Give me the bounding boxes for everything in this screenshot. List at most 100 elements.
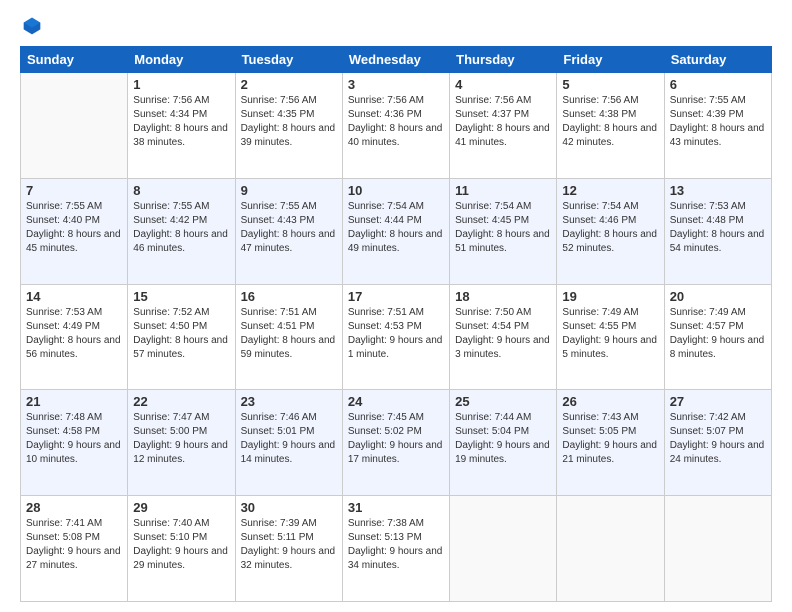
weekday-header: Wednesday [342, 47, 449, 73]
day-number: 24 [348, 394, 444, 409]
day-info: Sunrise: 7:54 AMSunset: 4:44 PMDaylight:… [348, 200, 444, 256]
weekday-header: Tuesday [235, 47, 342, 73]
calendar-day-cell: 26Sunrise: 7:43 AMSunset: 5:05 PMDayligh… [557, 390, 664, 496]
day-info: Sunrise: 7:54 AMSunset: 4:46 PMDaylight:… [562, 200, 658, 256]
day-number: 16 [241, 289, 337, 304]
calendar-day-cell: 25 Sunrise: 7:44 AMSunset: 5:04 PMDayligh… [450, 390, 557, 496]
day-number: 15 [133, 289, 229, 304]
day-number: 31 [348, 500, 444, 515]
calendar-day-cell: 22 Sunrise: 7:47 AMSunset: 5:00 PMDayligh… [128, 390, 235, 496]
logo-icon [22, 16, 42, 36]
calendar-header-row: SundayMondayTuesdayWednesdayThursdayFrid… [21, 47, 772, 73]
weekday-header: Saturday [664, 47, 771, 73]
day-info: Sunrise: 7:54 AMSunset: 4:45 PMDaylight:… [455, 200, 551, 256]
day-info: Sunrise: 7:44 AMSunset: 5:04 PMDaylight:… [455, 411, 551, 467]
calendar-day-cell: 21Sunrise: 7:48 AMSunset: 4:58 PMDayligh… [21, 390, 128, 496]
calendar-day-cell: 23Sunrise: 7:46 AMSunset: 5:01 PMDayligh… [235, 390, 342, 496]
calendar-day-cell: 8 Sunrise: 7:55 AMSunset: 4:42 PMDaylight… [128, 178, 235, 284]
weekday-header: Thursday [450, 47, 557, 73]
day-info: Sunrise: 7:56 AMSunset: 4:37 PMDaylight:… [455, 94, 551, 150]
day-number: 23 [241, 394, 337, 409]
day-info: Sunrise: 7:55 AMSunset: 4:43 PMDaylight:… [241, 200, 337, 256]
calendar-day-cell: 3 Sunrise: 7:56 AMSunset: 4:36 PMDaylight… [342, 73, 449, 179]
day-info: Sunrise: 7:39 AMSunset: 5:11 PMDaylight:… [241, 517, 337, 573]
calendar-day-cell: 31Sunrise: 7:38 AMSunset: 5:13 PMDayligh… [342, 496, 449, 602]
calendar-day-cell: 6 Sunrise: 7:55 AMSunset: 4:39 PMDaylight… [664, 73, 771, 179]
calendar-day-cell: 5 Sunrise: 7:56 AMSunset: 4:38 PMDaylight… [557, 73, 664, 179]
calendar-day-cell: 20 Sunrise: 7:49 AMSunset: 4:57 PMDayligh… [664, 284, 771, 390]
calendar-day-cell: 18 Sunrise: 7:50 AMSunset: 4:54 PMDayligh… [450, 284, 557, 390]
day-info: Sunrise: 7:42 AMSunset: 5:07 PMDaylight:… [670, 411, 766, 467]
calendar-day-cell: 9 Sunrise: 7:55 AMSunset: 4:43 PMDaylight… [235, 178, 342, 284]
day-info: Sunrise: 7:49 AMSunset: 4:55 PMDaylight:… [562, 306, 658, 362]
day-info: Sunrise: 7:49 AMSunset: 4:57 PMDaylight:… [670, 306, 766, 362]
day-info: Sunrise: 7:51 AMSunset: 4:51 PMDaylight:… [241, 306, 337, 362]
calendar-day-cell [664, 496, 771, 602]
day-number: 12 [562, 183, 658, 198]
calendar-day-cell: 29 Sunrise: 7:40 AMSunset: 5:10 PMDayligh… [128, 496, 235, 602]
day-info: Sunrise: 7:56 AMSunset: 4:38 PMDaylight:… [562, 94, 658, 150]
calendar-day-cell: 15 Sunrise: 7:52 AMSunset: 4:50 PMDayligh… [128, 284, 235, 390]
day-number: 22 [133, 394, 229, 409]
calendar-week-row: 21Sunrise: 7:48 AMSunset: 4:58 PMDayligh… [21, 390, 772, 496]
day-number: 13 [670, 183, 766, 198]
calendar-day-cell: 2 Sunrise: 7:56 AMSunset: 4:35 PMDaylight… [235, 73, 342, 179]
header [20, 16, 772, 36]
day-number: 27 [670, 394, 766, 409]
day-info: Sunrise: 7:50 AMSunset: 4:54 PMDaylight:… [455, 306, 551, 362]
day-info: Sunrise: 7:55 AMSunset: 4:42 PMDaylight:… [133, 200, 229, 256]
day-number: 8 [133, 183, 229, 198]
day-info: Sunrise: 7:40 AMSunset: 5:10 PMDaylight:… [133, 517, 229, 573]
day-info: Sunrise: 7:51 AMSunset: 4:53 PMDaylight:… [348, 306, 444, 362]
calendar-week-row: 14 Sunrise: 7:53 AMSunset: 4:49 PMDayligh… [21, 284, 772, 390]
day-info: Sunrise: 7:55 AMSunset: 4:40 PMDaylight:… [26, 200, 122, 256]
calendar-day-cell: 24Sunrise: 7:45 AMSunset: 5:02 PMDayligh… [342, 390, 449, 496]
day-info: Sunrise: 7:56 AMSunset: 4:34 PMDaylight:… [133, 94, 229, 150]
calendar-week-row: 1 Sunrise: 7:56 AMSunset: 4:34 PMDaylight… [21, 73, 772, 179]
day-number: 10 [348, 183, 444, 198]
day-info: Sunrise: 7:41 AMSunset: 5:08 PMDaylight:… [26, 517, 122, 573]
day-number: 29 [133, 500, 229, 515]
day-info: Sunrise: 7:53 AMSunset: 4:48 PMDaylight:… [670, 200, 766, 256]
calendar-day-cell: 7Sunrise: 7:55 AMSunset: 4:40 PMDaylight… [21, 178, 128, 284]
day-number: 30 [241, 500, 337, 515]
day-number: 1 [133, 77, 229, 92]
calendar-day-cell: 10 Sunrise: 7:54 AMSunset: 4:44 PMDayligh… [342, 178, 449, 284]
day-number: 28 [26, 500, 122, 515]
day-number: 19 [562, 289, 658, 304]
calendar-day-cell: 16 Sunrise: 7:51 AMSunset: 4:51 PMDayligh… [235, 284, 342, 390]
weekday-header: Friday [557, 47, 664, 73]
calendar-day-cell [450, 496, 557, 602]
day-number: 2 [241, 77, 337, 92]
calendar-day-cell: 19 Sunrise: 7:49 AMSunset: 4:55 PMDayligh… [557, 284, 664, 390]
day-info: Sunrise: 7:47 AMSunset: 5:00 PMDaylight:… [133, 411, 229, 467]
day-info: Sunrise: 7:48 AMSunset: 4:58 PMDaylight:… [26, 411, 122, 467]
day-number: 17 [348, 289, 444, 304]
day-number: 9 [241, 183, 337, 198]
day-number: 3 [348, 77, 444, 92]
day-number: 20 [670, 289, 766, 304]
day-number: 6 [670, 77, 766, 92]
day-number: 11 [455, 183, 551, 198]
calendar-day-cell: 17 Sunrise: 7:51 AMSunset: 4:53 PMDayligh… [342, 284, 449, 390]
day-info: Sunrise: 7:53 AMSunset: 4:49 PMDaylight:… [26, 306, 122, 362]
day-number: 5 [562, 77, 658, 92]
calendar-day-cell: 11 Sunrise: 7:54 AMSunset: 4:45 PMDayligh… [450, 178, 557, 284]
calendar-week-row: 28 Sunrise: 7:41 AMSunset: 5:08 PMDayligh… [21, 496, 772, 602]
calendar-day-cell: 4 Sunrise: 7:56 AMSunset: 4:37 PMDaylight… [450, 73, 557, 179]
day-number: 26 [562, 394, 658, 409]
day-info: Sunrise: 7:52 AMSunset: 4:50 PMDaylight:… [133, 306, 229, 362]
weekday-header: Sunday [21, 47, 128, 73]
calendar-day-cell: 30 Sunrise: 7:39 AMSunset: 5:11 PMDayligh… [235, 496, 342, 602]
day-number: 25 [455, 394, 551, 409]
calendar-day-cell [21, 73, 128, 179]
page: SundayMondayTuesdayWednesdayThursdayFrid… [0, 0, 792, 612]
calendar-day-cell: 27 Sunrise: 7:42 AMSunset: 5:07 PMDayligh… [664, 390, 771, 496]
weekday-header: Monday [128, 47, 235, 73]
day-info: Sunrise: 7:55 AMSunset: 4:39 PMDaylight:… [670, 94, 766, 150]
day-number: 4 [455, 77, 551, 92]
day-info: Sunrise: 7:56 AMSunset: 4:36 PMDaylight:… [348, 94, 444, 150]
day-number: 18 [455, 289, 551, 304]
day-info: Sunrise: 7:56 AMSunset: 4:35 PMDaylight:… [241, 94, 337, 150]
day-number: 14 [26, 289, 122, 304]
